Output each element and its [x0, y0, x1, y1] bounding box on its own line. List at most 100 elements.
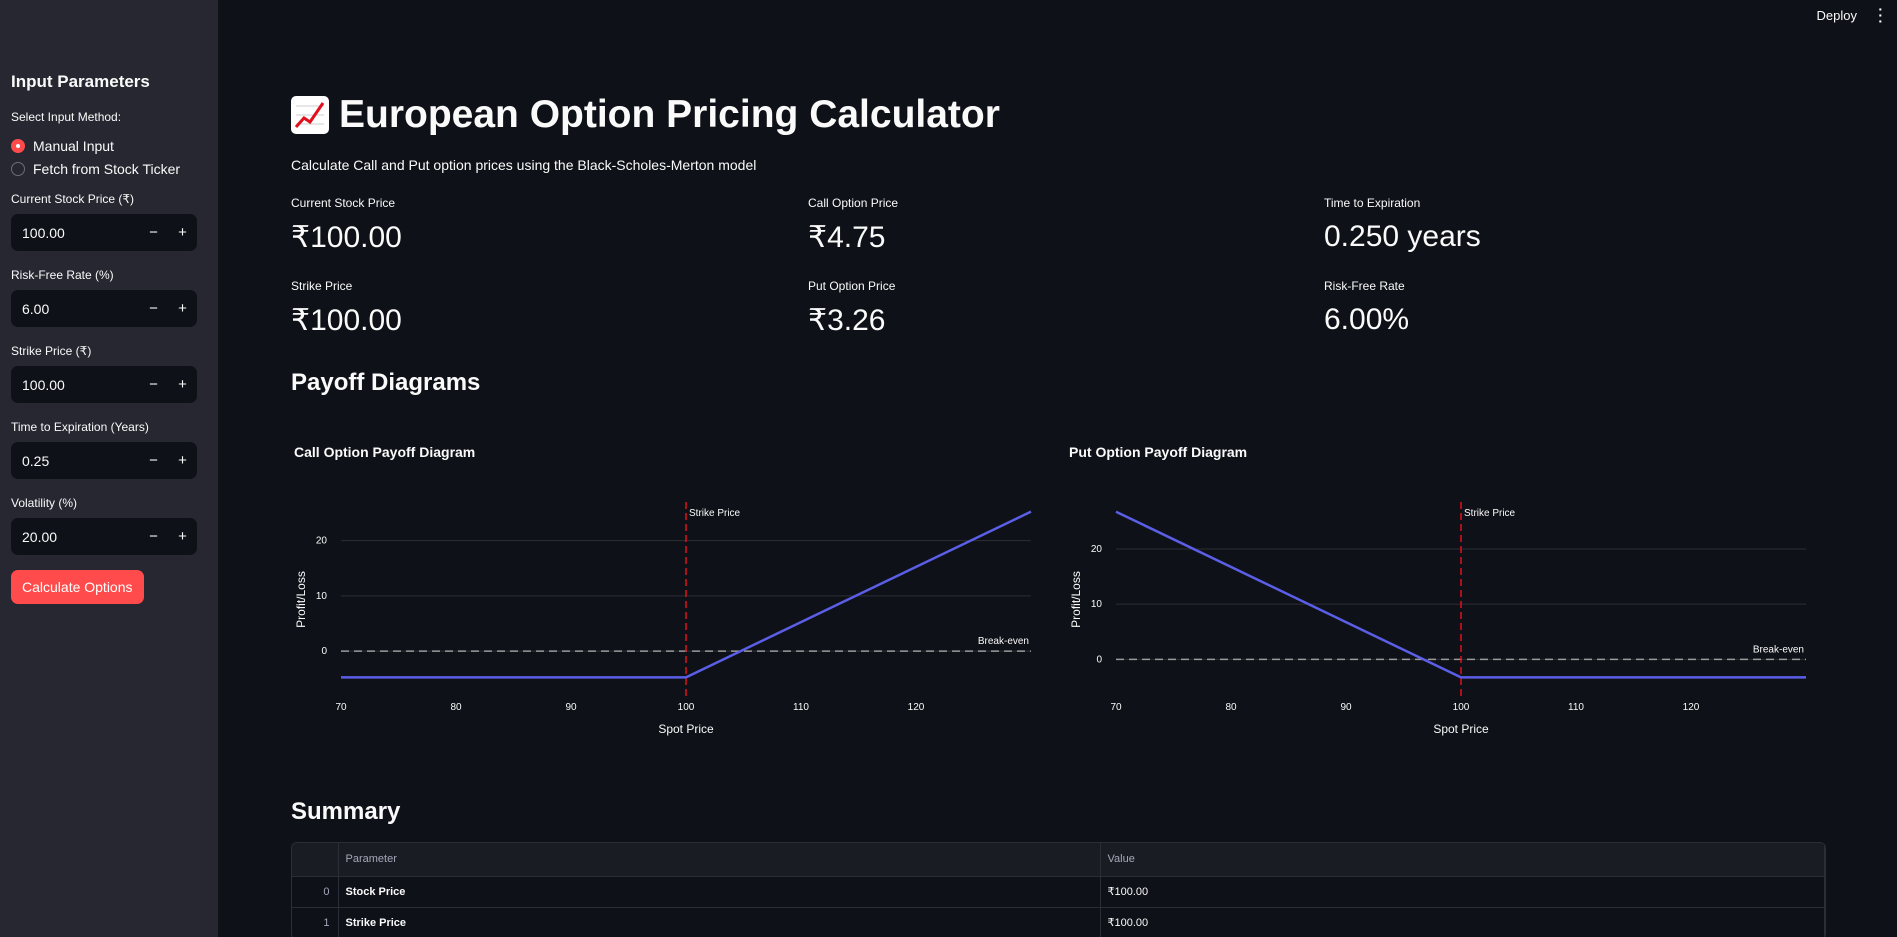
metric-value: 6.00% [1324, 303, 1410, 336]
volatility-input[interactable]: 20.00 − + [11, 518, 197, 555]
strike-price-input[interactable]: 100.00 − + [11, 366, 197, 403]
y-tick-label: 0 [1096, 654, 1102, 665]
strike-price-value[interactable]: 100.00 [11, 377, 139, 393]
metric-value: ₹4.75 [808, 221, 886, 254]
break-even-label: Break-even [1753, 644, 1804, 655]
y-tick-label: 20 [316, 536, 328, 547]
decrement-button[interactable]: − [139, 528, 168, 545]
metric-label: Current Stock Price [291, 196, 396, 210]
metric-label: Call Option Price [808, 196, 899, 210]
sidebar: Input Parameters Select Input Method: Ma… [0, 0, 218, 937]
metric-time-to-expiration: Time to Expiration 0.250 years [1324, 196, 1481, 254]
chart-increasing-icon [291, 96, 329, 134]
summary-table[interactable]: Parameter Value 0 Stock Price ₹100.00 1 … [291, 842, 1826, 937]
row-parameter: Stock Price [338, 876, 1101, 908]
parameter-header[interactable]: Parameter [338, 843, 1101, 877]
input-method-label: Select Input Method: [11, 110, 122, 124]
x-axis-label: Spot Price [658, 722, 714, 736]
sidebar-title: Input Parameters [11, 72, 150, 91]
x-tick-label: 120 [908, 702, 925, 713]
increment-button[interactable]: + [168, 376, 197, 393]
metric-call-option-price: Call Option Price ₹4.75 [808, 196, 898, 255]
radio-label: Manual Input [33, 137, 114, 154]
x-tick-label: 70 [1110, 702, 1122, 713]
radio-fetch-ticker[interactable]: Fetch from Stock Ticker [11, 157, 207, 180]
radio-manual-input[interactable]: Manual Input [11, 134, 207, 157]
row-index: 0 [292, 876, 339, 908]
metric-risk-free-rate: Risk-Free Rate 6.00% [1324, 279, 1409, 337]
break-even-label: Break-even [978, 636, 1029, 647]
payoff-diagrams-heading: Payoff Diagrams [291, 369, 481, 396]
strike-price-label: Strike Price [1464, 508, 1516, 519]
deploy-button[interactable]: Deploy [1817, 8, 1857, 23]
x-axis-label: Spot Price [1433, 722, 1489, 736]
page-title-text: European Option Pricing Calculator [339, 93, 1000, 136]
metric-current-stock-price: Current Stock Price ₹100.00 [291, 196, 402, 255]
call-chart-title: Call Option Payoff Diagram [294, 444, 476, 460]
x-tick-label: 90 [565, 702, 577, 713]
metric-value: ₹100.00 [291, 221, 402, 254]
metric-label: Risk-Free Rate [1324, 279, 1405, 293]
metric-label: Time to Expiration [1324, 196, 1421, 210]
increment-button[interactable]: + [168, 528, 197, 545]
metric-value: 0.250 years [1324, 220, 1481, 253]
row-value: ₹100.00 [1100, 876, 1825, 908]
strike-price-label: Strike Price [689, 508, 741, 519]
decrement-button[interactable]: − [139, 452, 168, 469]
kebab-menu-icon[interactable]: · · · [1878, 2, 1883, 28]
risk-free-rate-input[interactable]: 6.00 − + [11, 290, 197, 327]
y-tick-label: 20 [1091, 544, 1103, 555]
call-payoff-chart: 0 10 20 70 80 90 100 110 120 Break-even Strike Pri… [294, 502, 1032, 736]
radio-label: Fetch from Stock Ticker [33, 160, 181, 177]
expiration-value[interactable]: 0.25 [11, 453, 139, 469]
metric-value: ₹3.26 [808, 304, 886, 337]
expiration-input[interactable]: 0.25 − + [11, 442, 197, 479]
decrement-button[interactable]: − [139, 224, 168, 241]
x-tick-label: 80 [1225, 702, 1237, 713]
increment-button[interactable]: + [168, 224, 197, 241]
metric-put-option-price: Put Option Price ₹3.26 [808, 279, 895, 338]
decrement-button[interactable]: − [139, 300, 168, 317]
row-value: ₹100.00 [1100, 907, 1825, 937]
volatility-value[interactable]: 20.00 [11, 529, 139, 545]
stock-price-input[interactable]: 100.00 − + [11, 214, 197, 251]
decrement-button[interactable]: − [139, 376, 168, 393]
risk-free-rate-label: Risk-Free Rate (%) [11, 268, 114, 282]
radio-unselected-icon[interactable] [11, 161, 25, 176]
summary-heading: Summary [291, 798, 401, 825]
metric-label: Put Option Price [808, 279, 896, 293]
expiration-label: Time to Expiration (Years) [11, 420, 149, 434]
page-title: European Option Pricing Calculator [291, 93, 1000, 137]
increment-button[interactable]: + [168, 300, 197, 317]
x-tick-label: 90 [1340, 702, 1352, 713]
metric-strike-price: Strike Price ₹100.00 [291, 279, 402, 338]
x-tick-label: 100 [678, 702, 695, 713]
index-header[interactable] [292, 843, 339, 877]
x-tick-label: 70 [335, 702, 347, 713]
row-parameter: Strike Price [338, 907, 1101, 937]
stock-price-value[interactable]: 100.00 [11, 225, 139, 241]
x-tick-label: 80 [450, 702, 462, 713]
y-tick-label: 10 [1091, 599, 1103, 610]
y-tick-label: 0 [321, 646, 327, 657]
y-tick-label: 10 [316, 591, 328, 602]
radio-selected-icon[interactable] [11, 138, 25, 153]
put-chart-title: Put Option Payoff Diagram [1069, 444, 1248, 460]
table-row[interactable]: 1 Strike Price ₹100.00 [292, 907, 1825, 937]
metric-label: Strike Price [291, 279, 353, 293]
calculate-options-button[interactable]: Calculate Options [11, 570, 144, 604]
metric-value: ₹100.00 [291, 304, 402, 337]
strike-price-label: Strike Price (₹) [11, 344, 92, 358]
table-row[interactable]: 0 Stock Price ₹100.00 [292, 876, 1825, 908]
risk-free-rate-value[interactable]: 6.00 [11, 301, 139, 317]
put-payoff-chart: 0 10 20 70 80 90 100 110 120 Break-even Strike Pri… [1069, 502, 1806, 736]
increment-button[interactable]: + [168, 452, 197, 469]
table-header-row: Parameter Value [292, 843, 1825, 877]
y-axis-label: Profit/Loss [1069, 571, 1083, 628]
y-axis-label: Profit/Loss [294, 571, 308, 628]
x-tick-label: 110 [793, 702, 809, 713]
x-tick-label: 110 [1568, 702, 1584, 713]
x-tick-label: 100 [1453, 702, 1470, 713]
row-index: 1 [292, 907, 339, 937]
value-header[interactable]: Value [1100, 843, 1825, 877]
